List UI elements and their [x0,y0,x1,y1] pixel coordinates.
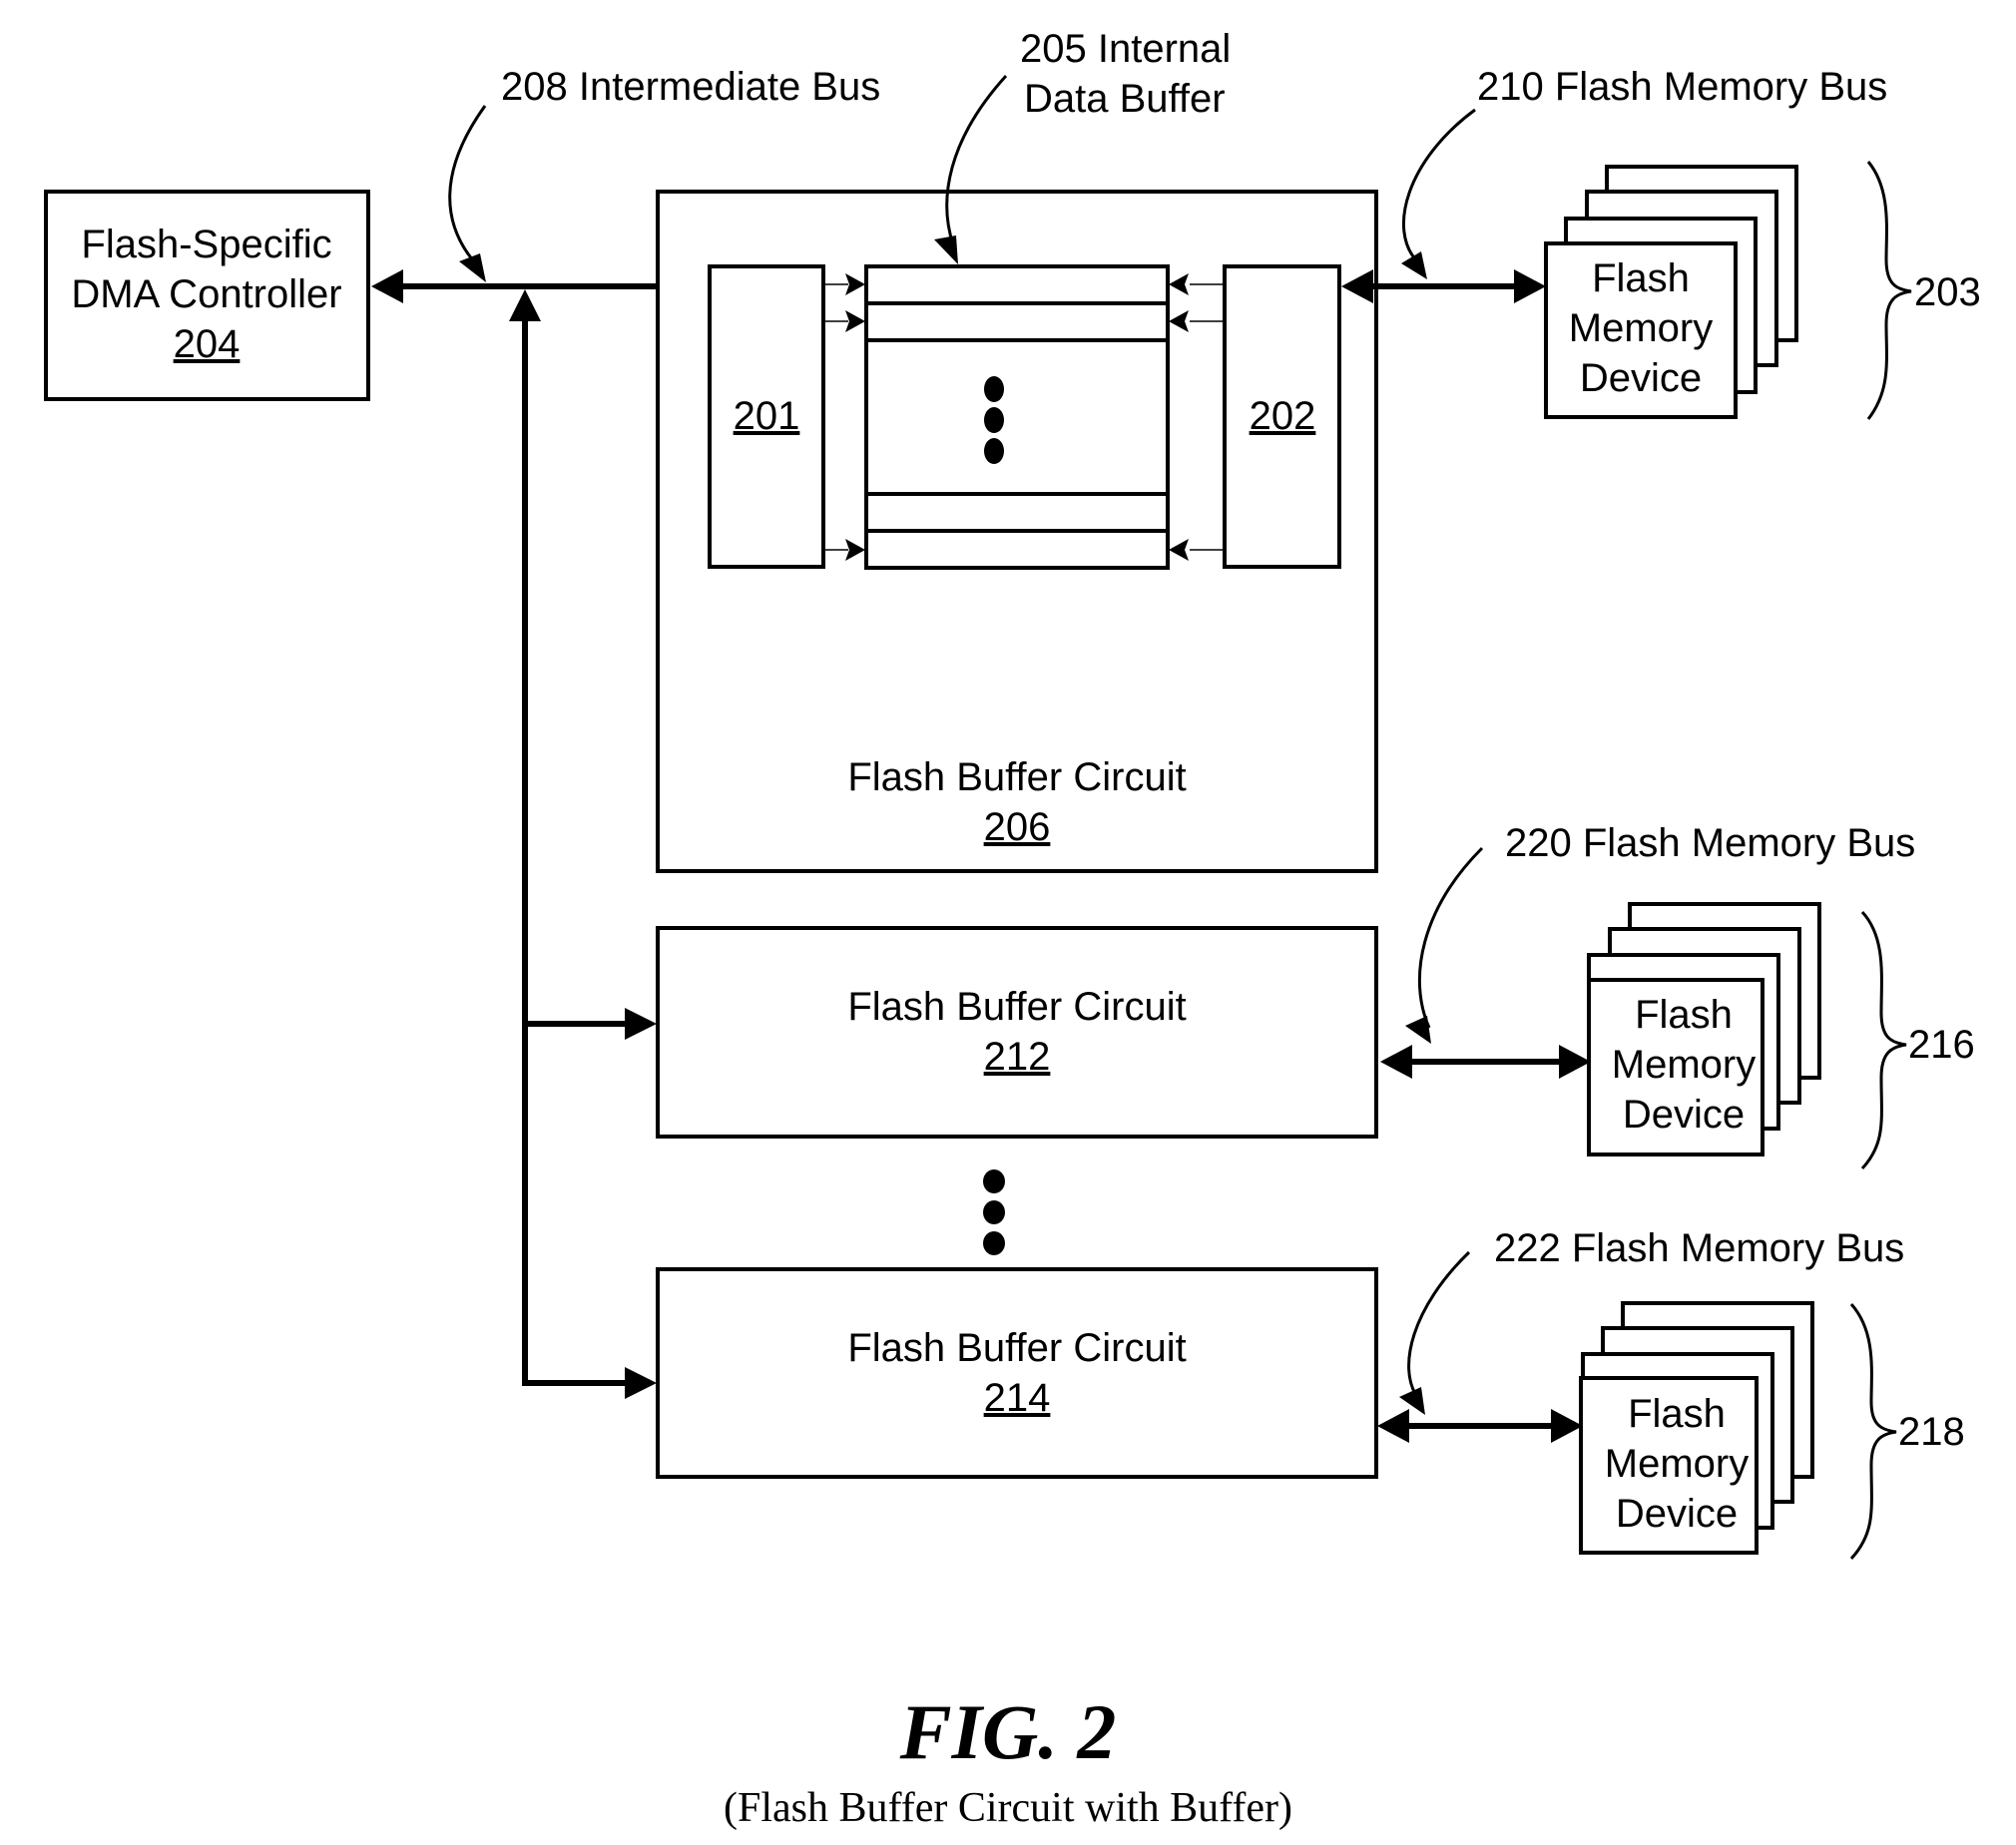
block-202-ref: 202 [1250,394,1316,438]
ellipsis-dot [983,1169,1005,1193]
flash-device-line3: Device [1616,1492,1738,1536]
buffer-circuit-212-label: Flash Buffer Circuit [847,985,1186,1029]
ellipsis-dot [983,1231,1005,1255]
ellipsis-dot [984,407,1004,433]
arrowhead-to-212 [625,1008,657,1040]
flash-device-stack-216: Flash Memory Device 216 [1587,902,1975,1170]
flash-device-line2: Memory [1605,1442,1749,1486]
flash-device-line1: Flash [1592,256,1690,300]
buffer-circuit-214-ref: 214 [984,1376,1051,1420]
bus-222-label: 222 Flash Memory Bus [1494,1226,1904,1270]
circuits-ellipsis [983,1169,1005,1255]
flash-device-line3: Device [1580,356,1702,400]
buffer-circuit-214-label: Flash Buffer Circuit [847,1326,1186,1370]
ellipsis-dot [984,438,1004,464]
figure-subtitle: (Flash Buffer Circuit with Buffer) [724,1785,1292,1831]
flash-device-line3: Device [1623,1093,1745,1137]
arrowhead-to-214 [625,1367,657,1399]
bus-210-label: 210 Flash Memory Bus [1477,65,1887,109]
block-201: 201 [708,264,825,569]
device-group-203-ref: 203 [1914,270,1981,314]
ellipsis-dot [984,376,1004,402]
figure-title: FIG. 2 [899,1688,1117,1775]
dma-controller-line2: DMA Controller [71,272,341,316]
buffer-circuit-206-label: Flash Buffer Circuit [847,755,1186,799]
flash-device-stack-203: Flash Memory Device 203 [1544,161,1981,420]
ellipsis-dot [983,1200,1005,1224]
device-group-218-ref: 218 [1898,1410,1965,1454]
arrowhead-left-dma [371,269,403,303]
bus-220-label: 220 Flash Memory Bus [1505,821,1915,865]
internal-buffer-label-line2: Data Buffer [1024,77,1226,121]
internal-data-buffer [864,264,1170,570]
block-201-ref: 201 [734,394,800,438]
flash-buffer-circuit-212: Flash Buffer Circuit 212 [656,926,1378,1139]
flash-device-line2: Memory [1612,1043,1756,1087]
arrowhead-up-bus [509,289,541,321]
buffer-circuit-212-ref: 212 [984,1035,1051,1079]
flash-device-stack-218: Flash Memory Device 218 [1579,1301,1965,1561]
intermediate-bus-label: 208 Intermediate Bus [501,65,880,109]
flash-buffer-diagram: Flash-Specific DMA Controller 204 208 In… [44,27,1981,1831]
flash-device-line1: Flash [1628,1392,1726,1436]
block-202: 202 [1223,264,1341,569]
dma-controller-ref: 204 [174,322,241,366]
dma-controller-line1: Flash-Specific [81,223,331,266]
flash-device-line1: Flash [1635,993,1733,1037]
device-group-216-ref: 216 [1908,1023,1975,1067]
flash-device-line2: Memory [1569,306,1713,350]
dma-controller-block: Flash-Specific DMA Controller 204 [44,190,370,401]
buffer-circuit-206-ref: 206 [984,805,1051,849]
flash-buffer-circuit-214: Flash Buffer Circuit 214 [656,1267,1378,1479]
internal-buffer-label-line1: 205 Internal [1020,27,1231,71]
